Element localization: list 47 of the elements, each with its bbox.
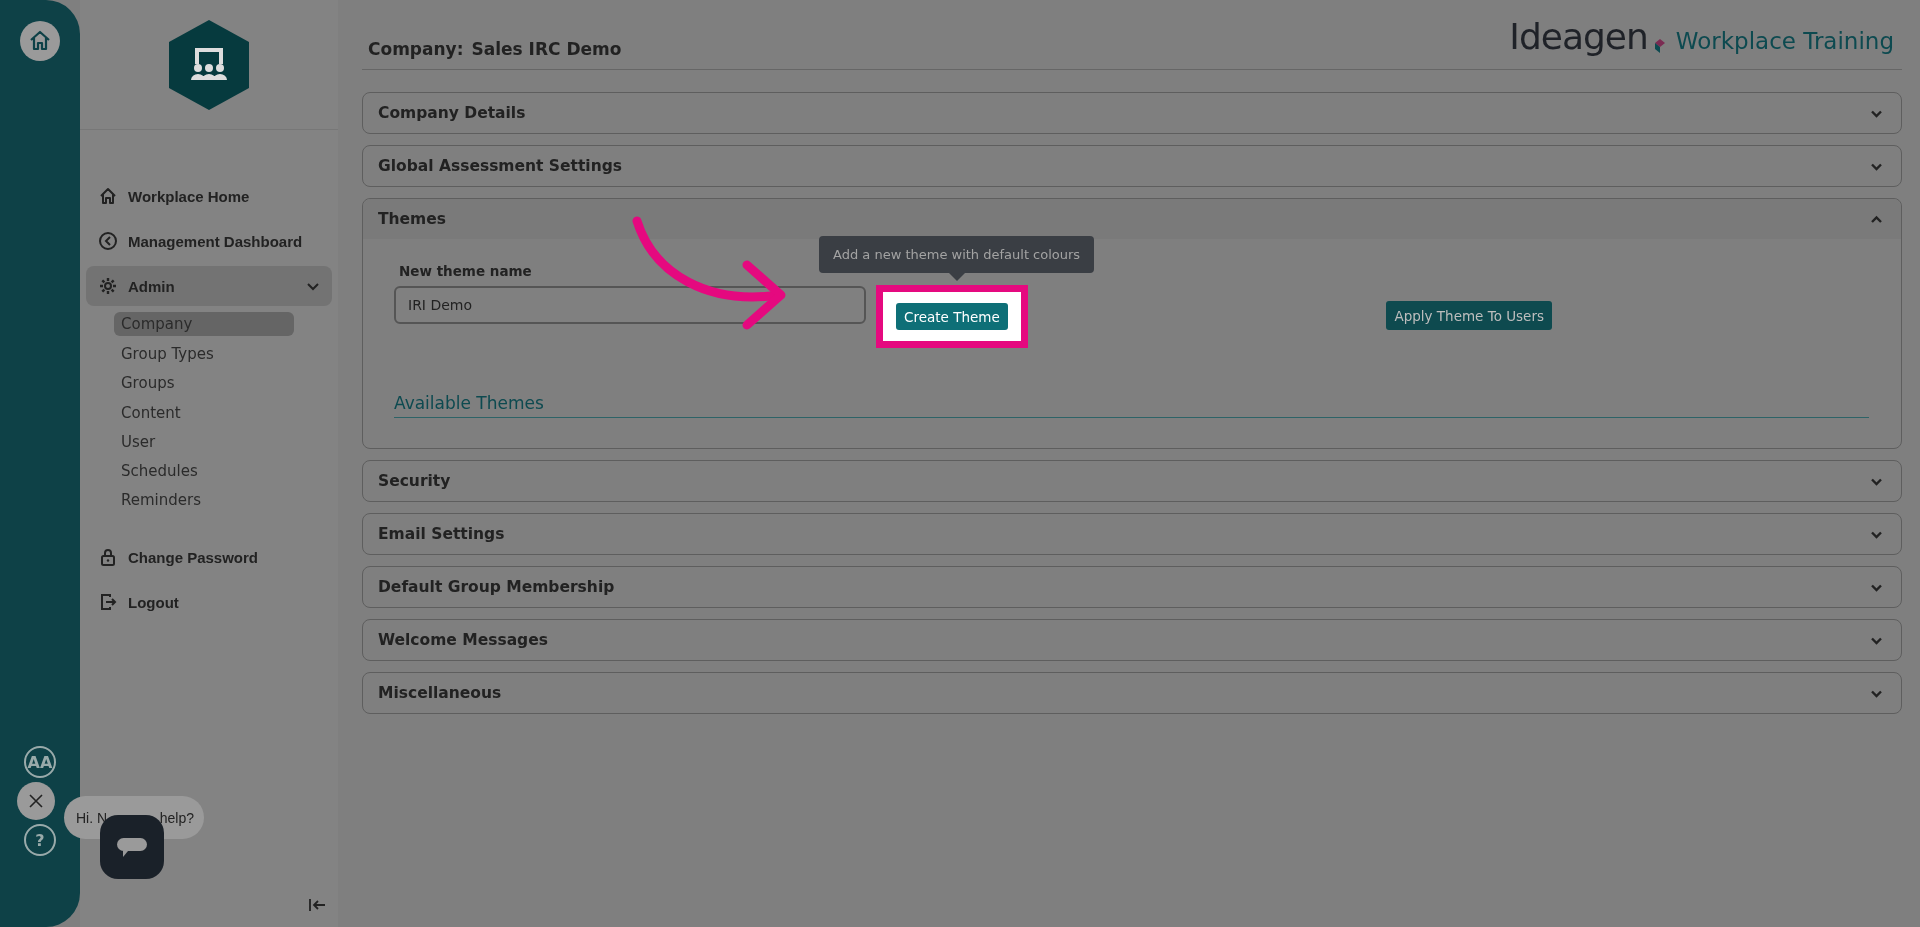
- home-icon: [98, 186, 118, 206]
- sidebar-subitem[interactable]: Content: [114, 397, 294, 428]
- help-button[interactable]: ?: [24, 824, 56, 856]
- chevron-up-icon: [1870, 213, 1883, 225]
- sidebar-item[interactable]: Change Password: [86, 537, 332, 578]
- company-name: Sales IRC Demo: [471, 39, 622, 59]
- accordion-header[interactable]: Themes: [363, 199, 1901, 239]
- accordion-header[interactable]: Default Group Membership: [363, 567, 1901, 607]
- home-icon: [28, 29, 52, 53]
- field-label: New theme name: [399, 263, 533, 279]
- apply-theme-button[interactable]: Apply Theme To Users: [1386, 301, 1552, 330]
- sidebar-item[interactable]: Workplace Home: [86, 176, 332, 216]
- greeting-text: help?: [159, 809, 194, 826]
- create-theme-button[interactable]: Create Theme: [896, 303, 1008, 330]
- chevron-icon: [306, 280, 320, 292]
- back-circle-icon: [98, 231, 118, 251]
- accordion-header[interactable]: Security: [363, 461, 1901, 501]
- lock-icon: [98, 547, 118, 568]
- sidebar-item[interactable]: Logout: [86, 582, 332, 623]
- tooltip-pointer-icon: [948, 273, 965, 281]
- home-button[interactable]: [20, 21, 60, 61]
- logout-icon: [98, 592, 118, 613]
- sidebar-subitem[interactable]: Schedules: [114, 456, 294, 486]
- section-heading: Available Themes: [394, 393, 544, 413]
- accordion-header[interactable]: Miscellaneous: [363, 673, 1901, 713]
- company-label: Company:: [368, 39, 464, 59]
- brand-name: Ideagen: [1509, 19, 1648, 55]
- collapse-icon[interactable]: [308, 897, 326, 913]
- sidebar-subitem[interactable]: Groups: [114, 368, 294, 398]
- accordion-header[interactable]: Company Details: [363, 93, 1901, 133]
- close-icon: [28, 793, 44, 809]
- tooltip: Add a new theme with default colours: [819, 236, 1095, 273]
- settings-icon: [98, 276, 118, 296]
- chat-bubble-icon: [116, 836, 148, 858]
- sidebar-subitem[interactable]: Group Types: [114, 339, 294, 369]
- sidebar-subitem[interactable]: User: [114, 427, 294, 457]
- sidebar-item[interactable]: Admin: [86, 266, 332, 306]
- theme-name-field[interactable]: IRI Demo: [394, 286, 866, 324]
- text-size-button[interactable]: AA: [24, 746, 56, 778]
- sidebar-subitem[interactable]: Reminders: [114, 485, 294, 516]
- sidebar-item[interactable]: Management Dashboard: [86, 221, 332, 261]
- sidebar-subitem[interactable]: Company: [114, 312, 294, 336]
- close-button[interactable]: [17, 782, 55, 820]
- accordion-header[interactable]: Email Settings: [363, 514, 1901, 554]
- accordion-header[interactable]: Welcome Messages: [363, 620, 1901, 660]
- product-name: Workplace Training: [1675, 30, 1894, 53]
- accordion-header[interactable]: Global Assessment Settings: [363, 146, 1901, 186]
